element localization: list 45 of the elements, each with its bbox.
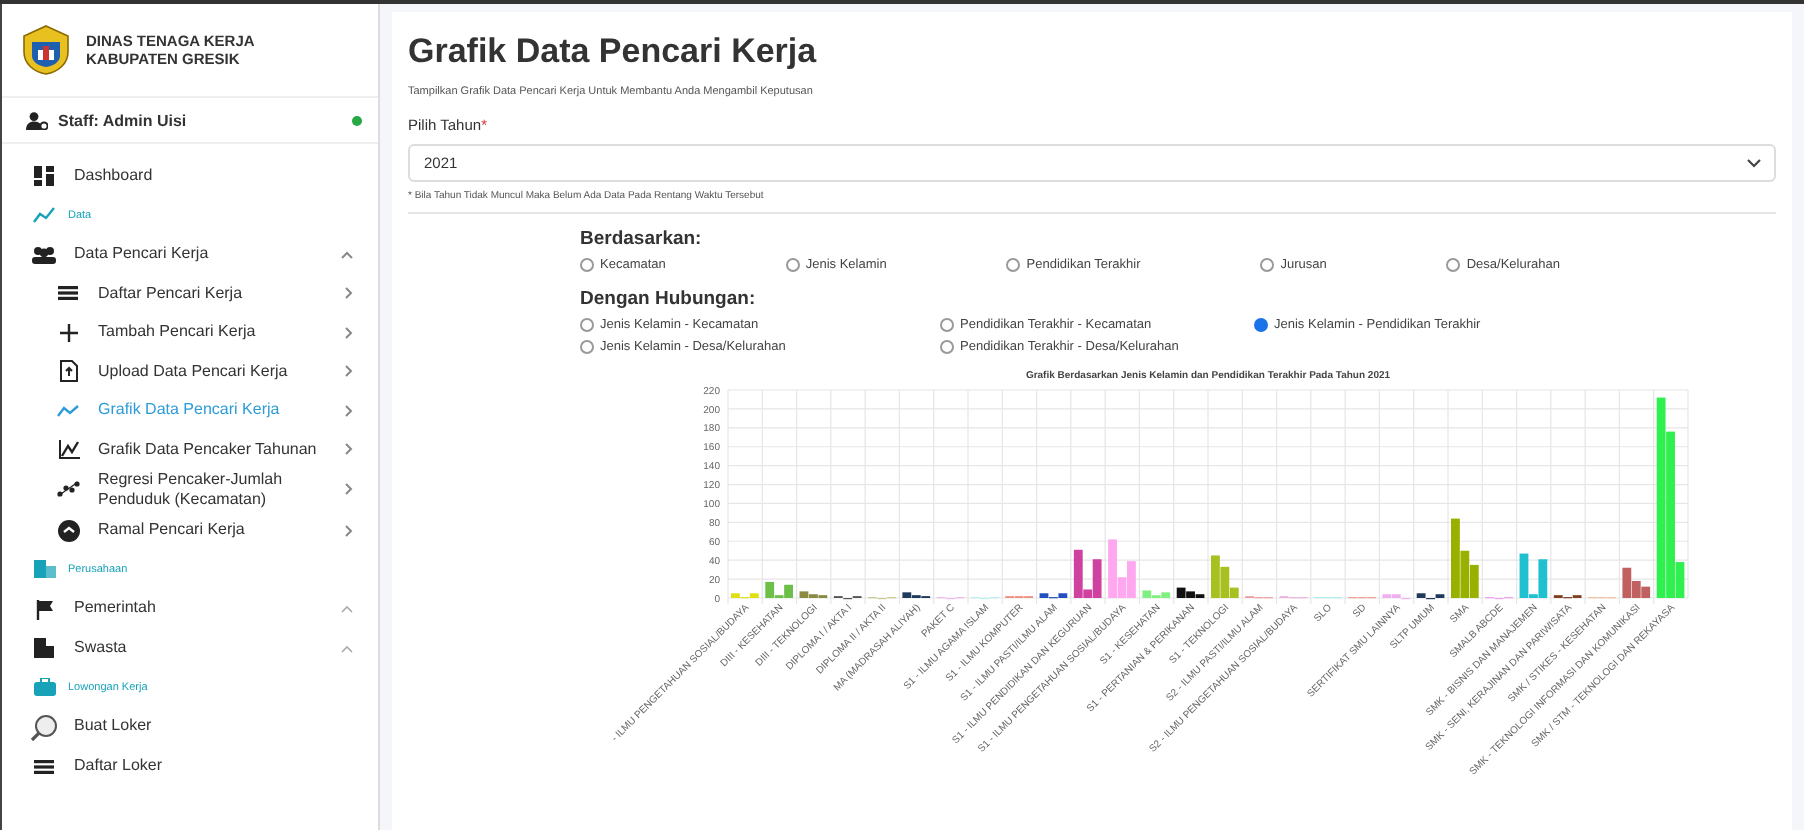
- chevron-right-icon: [344, 482, 354, 497]
- user-name: Staff: Admin Uisi: [58, 111, 189, 129]
- sidebar-subitem[interactable]: Upload Data Pencari Kerja: [2, 352, 378, 391]
- chevron-right-icon: [344, 286, 354, 301]
- chevron-right-icon: [344, 364, 354, 379]
- page-title: Grafik Data Pencari Kerja: [408, 32, 819, 72]
- magnifier-icon: [30, 713, 58, 742]
- chevron-up-icon: [340, 249, 354, 260]
- sidebar-item[interactable]: Buat Loker: [2, 707, 378, 747]
- building-icon: [34, 638, 54, 659]
- plus-icon: [59, 323, 77, 342]
- sidebar-group[interactable]: Pemerintah: [2, 589, 378, 629]
- chevron-right-icon: [344, 325, 354, 340]
- scatter-icon: [56, 480, 80, 499]
- sidebar-group[interactable]: Swasta: [2, 628, 378, 668]
- list-icon: [58, 286, 78, 301]
- grid-icon: [34, 165, 54, 186]
- sidebar-item[interactable]: Daftar Loker: [2, 746, 378, 786]
- chevron-right-icon: [344, 403, 354, 418]
- chevron-down-icon: [1746, 158, 1762, 168]
- group-heading: Dengan Hubungan:: [580, 288, 758, 310]
- flag-icon: [35, 599, 53, 620]
- chevron-up-icon: [340, 643, 354, 654]
- chevron-right-icon: [344, 523, 354, 538]
- sidebar-subitem[interactable]: Daftar Pencari Kerja: [2, 274, 378, 313]
- group-heading: Berdasarkan:: [580, 228, 704, 250]
- file-upload-icon: [59, 360, 77, 383]
- sidebar-group[interactable]: Data Pencari Kerja: [2, 235, 378, 274]
- chart-area-icon: [57, 439, 79, 460]
- list-icon: [34, 759, 54, 774]
- sidebar-subitem[interactable]: Grafik Data Pencaker Tahunan: [2, 430, 378, 469]
- chart-line-icon: [32, 206, 56, 224]
- chevron-right-icon: [344, 442, 354, 457]
- building-icon: [33, 560, 55, 579]
- chevron-up-icon: [340, 604, 354, 615]
- user-gear-icon: [26, 111, 48, 129]
- sidebar-subitem[interactable]: Regresi Pencaker-Jumlah Penduduk (Kecamatan): [2, 469, 378, 511]
- sidebar-subitem[interactable]: Tambah Pencari Kerja: [2, 313, 378, 352]
- users-icon: [32, 245, 56, 264]
- gauge-icon: [57, 519, 79, 542]
- briefcase-icon: [33, 678, 55, 697]
- sidebar-item[interactable]: Dashboard: [2, 156, 378, 195]
- chart-line-icon: [56, 403, 80, 418]
- sidebar-subitem[interactable]: Ramal Pencari Kerja: [2, 510, 378, 550]
- emblem-icon: [22, 24, 70, 76]
